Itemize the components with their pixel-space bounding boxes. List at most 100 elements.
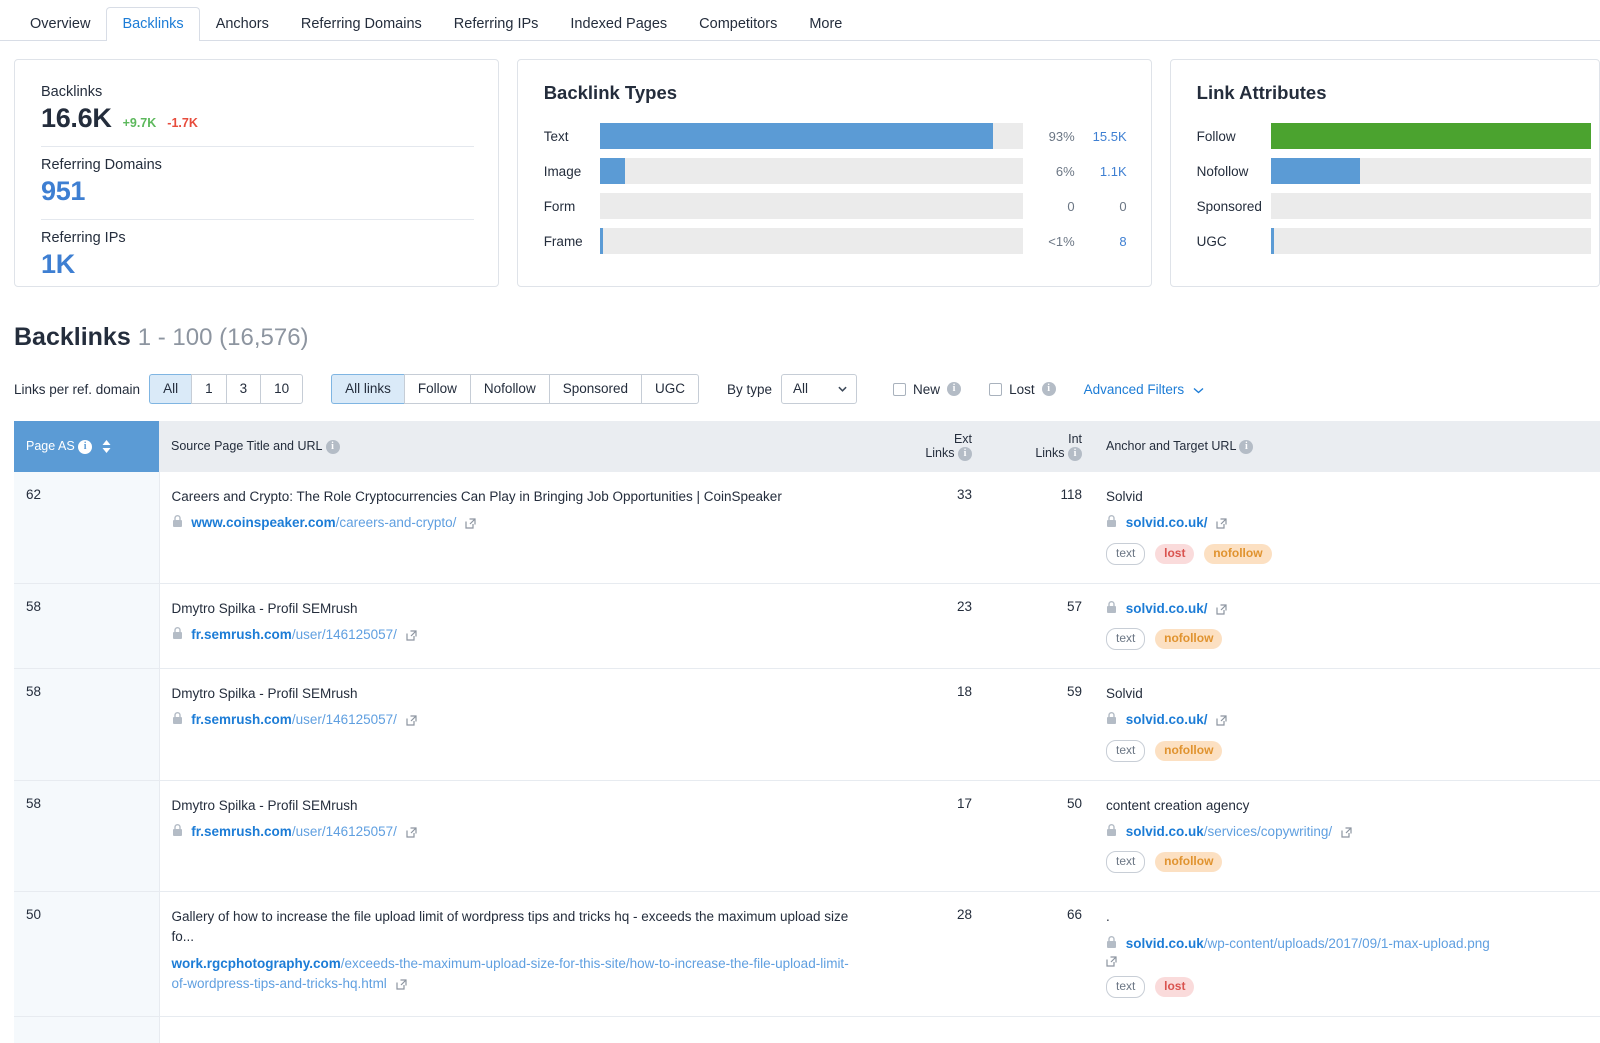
new-filter-info-icon[interactable]: i [947,382,962,396]
tab-referring-ips[interactable]: Referring IPs [438,7,555,42]
target-url-path[interactable]: /wp-content/uploads/2017/09/1-max-upload… [1204,936,1490,951]
links-per-domain-3[interactable]: 3 [225,374,261,404]
referring-domains-value[interactable]: 951 [41,176,85,207]
tab-more[interactable]: More [793,7,858,42]
new-filter-checkbox[interactable] [893,382,907,396]
link-attribute-label-nofollow: Nofollow [1196,163,1249,179]
target-url-domain[interactable]: solvid.co.uk [1126,936,1204,951]
external-link-icon[interactable] [1341,827,1352,838]
table-row: 58 Dmytro Spilka - Profil SEMrush fr.sem… [14,583,1600,669]
sort-arrows-icon[interactable] [102,440,111,454]
anchor-target-info-icon[interactable]: i [1239,439,1254,454]
cell-source-page: Gallery of how to increase the file uplo… [159,891,874,1018]
target-url-domain[interactable]: solvid.co.uk/ [1126,601,1208,616]
source-url-domain[interactable]: www.coinspeaker.com [191,515,335,530]
results-count: 1 - 100 (16,576) [137,324,309,351]
external-link-icon[interactable] [406,827,417,838]
target-url[interactable]: solvid.co.uk/ [1106,513,1588,533]
source-url-domain[interactable]: fr.semrush.com [191,712,292,727]
backlink-type-pct-text: 93% [1048,128,1075,144]
links-per-domain-1[interactable]: 1 [191,374,226,404]
column-header-source-page[interactable]: Source Page Title and URL i [159,421,874,472]
source-url-path[interactable]: /user/146125057/ [292,627,397,642]
int-links-info-icon[interactable]: i [1068,446,1082,461]
tab-competitors[interactable]: Competitors [683,7,793,42]
external-link-icon[interactable] [1106,956,1117,967]
external-link-icon[interactable] [1216,518,1227,529]
by-type-select[interactable]: All [781,374,858,404]
external-link-icon[interactable] [406,630,417,641]
source-url-domain[interactable]: work.rgcphotography.com [172,956,341,971]
links-per-domain-all[interactable]: All [149,374,192,404]
source-url-path[interactable]: /careers-and-crypto/ [336,515,457,530]
backlinks-summary-card: Backlinks 16.6K +9.7K -1.7K Referring Do… [14,59,499,287]
column-header-source-page-label: Source Page Title and URL [171,439,323,453]
link-attribute-row-ugc: UGC [1197,228,1591,254]
source-page-info-icon[interactable]: i [325,439,340,454]
referring-ips-value[interactable]: 1K [41,249,75,280]
target-url-domain[interactable]: solvid.co.uk/ [1126,515,1208,530]
cell-source-page: Dmytro Spilka - Profil SEMrush fr.semrus… [159,780,874,893]
source-page-title: Gallery of how to increase the file uplo… [171,909,849,944]
target-url[interactable]: solvid.co.uk/ [1106,599,1588,619]
tab-backlinks[interactable]: Backlinks [106,6,200,41]
source-url-path[interactable]: /user/146125057/ [292,824,397,839]
source-url-domain[interactable]: fr.semrush.com [191,824,292,839]
column-header-page-as[interactable]: Page AS i [14,421,159,472]
tab-anchors[interactable]: Anchors [200,7,285,42]
backlink-type-value-frame[interactable]: 8 [1075,234,1126,249]
target-url-domain[interactable]: solvid.co.uk/ [1126,712,1208,727]
tag-lost: lost [1155,543,1195,564]
link-type-follow[interactable]: Follow [403,374,470,404]
external-link-icon[interactable] [395,979,407,990]
source-page-url[interactable]: www.coinspeaker.com/careers-and-crypto/ [172,513,863,533]
external-link-icon[interactable] [406,715,417,726]
lost-filter-info-icon[interactable]: i [1041,382,1056,396]
tag-nofollow: nofollow [1155,628,1223,649]
backlink-type-pct-image: 6% [1055,163,1075,179]
column-header-ext-links[interactable]: Ext Links i [874,421,984,472]
target-url[interactable]: solvid.co.uk/services/copywriting/ [1106,822,1588,842]
links-per-domain-label: Links per ref. domain [14,381,141,397]
external-link-icon[interactable] [1216,603,1227,615]
links-per-domain-10[interactable]: 10 [260,374,304,404]
source-url-path[interactable]: /user/146125057/ [292,712,397,727]
link-type-ugc[interactable]: UGC [641,374,700,404]
ext-links-info-icon[interactable]: i [958,446,972,461]
external-link-icon[interactable] [465,518,476,529]
target-url-domain[interactable]: solvid.co.uk [1126,824,1204,839]
link-type-sponsored[interactable]: Sponsored [548,374,642,404]
lost-filter-checkbox-wrap[interactable]: Lost i [989,382,1056,397]
source-page-url[interactable]: fr.semrush.com/user/146125057/ [172,710,863,730]
backlink-type-fill-image [599,158,626,184]
target-url[interactable]: solvid.co.uk/wp-content/uploads/2017/09/… [1106,934,1588,967]
source-page-url[interactable]: work.rgcphotography.com/exceeds-the-maxi… [172,954,863,995]
source-page-url[interactable]: fr.semrush.com/user/146125057/ [172,822,863,842]
cell-page-as: 62 [14,471,160,584]
tab-referring-domains[interactable]: Referring Domains [285,7,438,42]
target-url[interactable]: solvid.co.uk/ [1106,710,1588,730]
column-header-int-links[interactable]: Int Links i [984,421,1094,472]
source-page-url[interactable]: fr.semrush.com/user/146125057/ [172,625,863,645]
table-row: 58 Dmytro Spilka - Profil SEMrush fr.sem… [14,668,1600,781]
column-header-anchor-target[interactable]: Anchor and Target URL i [1094,421,1600,472]
external-link-icon[interactable] [1216,715,1227,726]
link-type-nofollow[interactable]: Nofollow [469,374,549,404]
backlink-type-value-image[interactable]: 1.1K [1075,164,1127,179]
tab-indexed-pages[interactable]: Indexed Pages [554,7,683,42]
link-type-all-links[interactable]: All links [331,374,404,404]
lost-filter-checkbox[interactable] [989,382,1003,396]
tag-text: text [1106,542,1146,565]
source-url-domain[interactable]: fr.semrush.com [191,627,292,642]
target-url-path[interactable]: /services/copywriting/ [1204,824,1332,839]
lock-icon [172,824,182,837]
advanced-filters-toggle[interactable]: Advanced Filters [1084,382,1204,397]
cell-int-links: 118 [984,471,1094,584]
cell-anchor-target: content creation agency solvid.co.uk/ser… [1094,780,1600,893]
backlinks-section-header: Backlinks 1 - 100 (16,576) [0,287,1600,352]
by-type-label: By type [727,381,773,397]
backlink-type-value-text[interactable]: 15.5K [1075,129,1127,144]
page-as-info-icon[interactable]: i [78,439,93,454]
tab-overview[interactable]: Overview [14,7,106,42]
new-filter-checkbox-wrap[interactable]: New i [893,382,962,397]
